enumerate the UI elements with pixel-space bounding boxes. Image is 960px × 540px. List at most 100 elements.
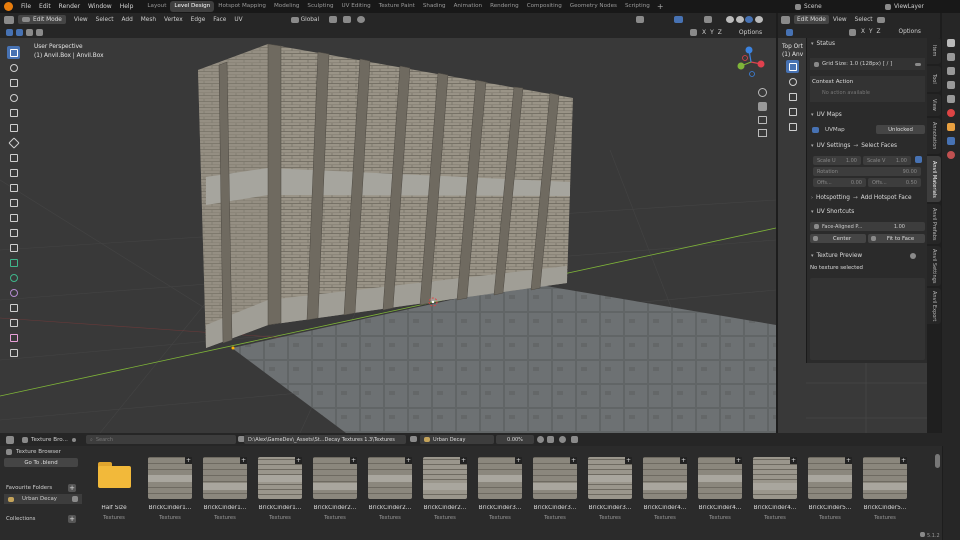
right-editor-type-icon[interactable]	[781, 15, 790, 24]
inset-tool[interactable]	[7, 196, 20, 209]
add-texture-icon[interactable]: +	[405, 457, 412, 464]
perspective-grid-icon[interactable]	[758, 129, 767, 137]
right-select-tool[interactable]	[786, 60, 799, 73]
menu-file[interactable]: File	[17, 3, 35, 10]
tab-texture-paint[interactable]: Texture Paint	[375, 1, 419, 12]
shading-rendered-icon[interactable]	[755, 16, 763, 23]
tab-anvil-prefabs[interactable]: Anvil Prefabs	[927, 204, 941, 244]
bevel-tool[interactable]	[7, 211, 20, 224]
scene-selector[interactable]: Scene	[795, 2, 822, 11]
tab-shading[interactable]: Shading	[419, 1, 450, 12]
uvmap-name[interactable]: UVMap	[825, 127, 845, 133]
select-tool[interactable]	[7, 46, 20, 59]
overlays-icon[interactable]	[674, 16, 683, 23]
shading-wire-icon[interactable]	[726, 16, 734, 23]
add-texture-icon[interactable]: +	[680, 457, 687, 464]
menu-edit[interactable]: Edit	[35, 3, 55, 10]
texture-thumbnail[interactable]: +	[203, 457, 247, 499]
rotation-field[interactable]: Rotation 90.00	[813, 167, 921, 176]
spin-tool[interactable]	[7, 271, 20, 284]
scene-properties-icon[interactable]	[947, 95, 955, 103]
right-options-dropdown[interactable]: Options	[899, 29, 921, 35]
pan-hand-icon[interactable]	[758, 102, 767, 111]
right-menu-select[interactable]: Select	[851, 17, 877, 23]
rotate-tool[interactable]	[7, 91, 20, 104]
tab-layout[interactable]: Layout	[143, 1, 170, 12]
texture-thumbnail[interactable]: +	[148, 457, 192, 499]
texture-thumbnail[interactable]: +	[588, 457, 632, 499]
measure-tool[interactable]	[7, 151, 20, 164]
axis-x-toggle[interactable]: X	[702, 29, 706, 36]
menu-view[interactable]: View	[70, 17, 92, 23]
render-properties-icon[interactable]	[947, 53, 955, 61]
scale-v-field[interactable]: Scale V 1.00	[863, 156, 911, 165]
pivot-icon[interactable]	[329, 16, 338, 23]
tab-tool[interactable]: Tool	[927, 66, 941, 92]
edge-slide-tool[interactable]	[7, 301, 20, 314]
folder-thumbnail-icon[interactable]	[98, 462, 131, 488]
shear-tool[interactable]	[7, 331, 20, 344]
go-to-blend-button[interactable]: Go To .blend	[4, 458, 78, 467]
annotate-tool[interactable]	[7, 136, 20, 149]
offset-u-field[interactable]: Offs... 0.00	[813, 178, 866, 187]
view-layer-selector[interactable]: ViewLayer	[885, 2, 924, 11]
add-texture-icon[interactable]: +	[790, 457, 797, 464]
poly-build-tool[interactable]	[7, 256, 20, 269]
progress-field[interactable]: 0.00%	[496, 435, 534, 444]
tab-uv-editing[interactable]: UV Editing	[338, 1, 375, 12]
axis-z-toggle[interactable]: Z	[718, 29, 722, 36]
tab-scripting[interactable]: Scripting	[621, 1, 654, 12]
mode-dropdown[interactable]: Edit Mode	[18, 15, 66, 24]
add-texture-icon[interactable]: +	[625, 457, 632, 464]
texture-thumbnail[interactable]: +	[423, 457, 467, 499]
face-aligned-field[interactable]: Face-Aligned P... 1.00	[810, 222, 925, 231]
navigation-gizmo[interactable]	[733, 44, 769, 80]
tool-properties-icon[interactable]	[947, 39, 955, 47]
add-favourite-icon[interactable]: +	[68, 483, 76, 492]
right-viewport[interactable]: Top Ort (1) Anv	[778, 38, 806, 433]
texture-thumbnail[interactable]: +	[533, 457, 577, 499]
texture-thumbnail[interactable]: +	[313, 457, 357, 499]
settings-gear-icon[interactable]	[559, 436, 566, 443]
browser-type-icon[interactable]	[22, 436, 28, 443]
right-hand-tool[interactable]	[786, 90, 799, 103]
folder-dropdown[interactable]: Urban Decay	[420, 435, 494, 444]
face-select-icon[interactable]	[36, 28, 43, 36]
refresh-library-icon[interactable]	[537, 436, 544, 443]
menu-face[interactable]: Face	[209, 17, 230, 23]
object-properties-icon[interactable]	[947, 123, 955, 131]
options-dropdown[interactable]: Options	[739, 29, 762, 36]
tab-level-design[interactable]: Level Design	[170, 1, 215, 12]
menu-window[interactable]: Window	[84, 3, 116, 10]
mirror-icon[interactable]	[690, 28, 697, 36]
menu-help[interactable]: Help	[116, 3, 138, 10]
shading-solid-icon[interactable]	[736, 16, 744, 23]
texture-thumbnail[interactable]: +	[643, 457, 687, 499]
texture-thumbnail[interactable]: +	[863, 457, 907, 499]
unlocked-button[interactable]: Unlocked	[876, 125, 925, 134]
add-texture-icon[interactable]: +	[570, 457, 577, 464]
add-texture-icon[interactable]: +	[460, 457, 467, 464]
offset-v-field[interactable]: Offs... 0.50	[868, 178, 921, 187]
shrink-tool[interactable]	[7, 316, 20, 329]
browser-scrollbar[interactable]	[932, 446, 942, 540]
add-texture-icon[interactable]: +	[735, 457, 742, 464]
search-input[interactable]: ⌕ Search	[86, 435, 236, 444]
texture-thumbnail[interactable]: +	[368, 457, 412, 499]
add-texture-icon[interactable]: +	[185, 457, 192, 464]
menu-mesh[interactable]: Mesh	[137, 17, 160, 23]
modifier-properties-icon[interactable]	[947, 137, 955, 145]
tab-hotspot-mapping[interactable]: Hotspot Mapping	[214, 1, 270, 12]
scale-u-field[interactable]: Scale U 1.00	[813, 156, 861, 165]
remove-favourite-icon[interactable]	[72, 496, 78, 502]
fit-to-face-button[interactable]: Fit to Face	[868, 234, 925, 243]
browser-dropdown-icon[interactable]	[71, 437, 76, 442]
scale-tool[interactable]	[7, 106, 20, 119]
editor-type-icon[interactable]	[4, 15, 14, 24]
material-properties-icon[interactable]	[947, 151, 955, 159]
right-axis-x[interactable]: X	[861, 29, 865, 35]
add-texture-icon[interactable]: +	[240, 457, 247, 464]
right-menu-view[interactable]: View	[829, 17, 851, 23]
tab-item[interactable]: Item	[927, 38, 941, 64]
edge-select-icon[interactable]	[26, 28, 33, 36]
